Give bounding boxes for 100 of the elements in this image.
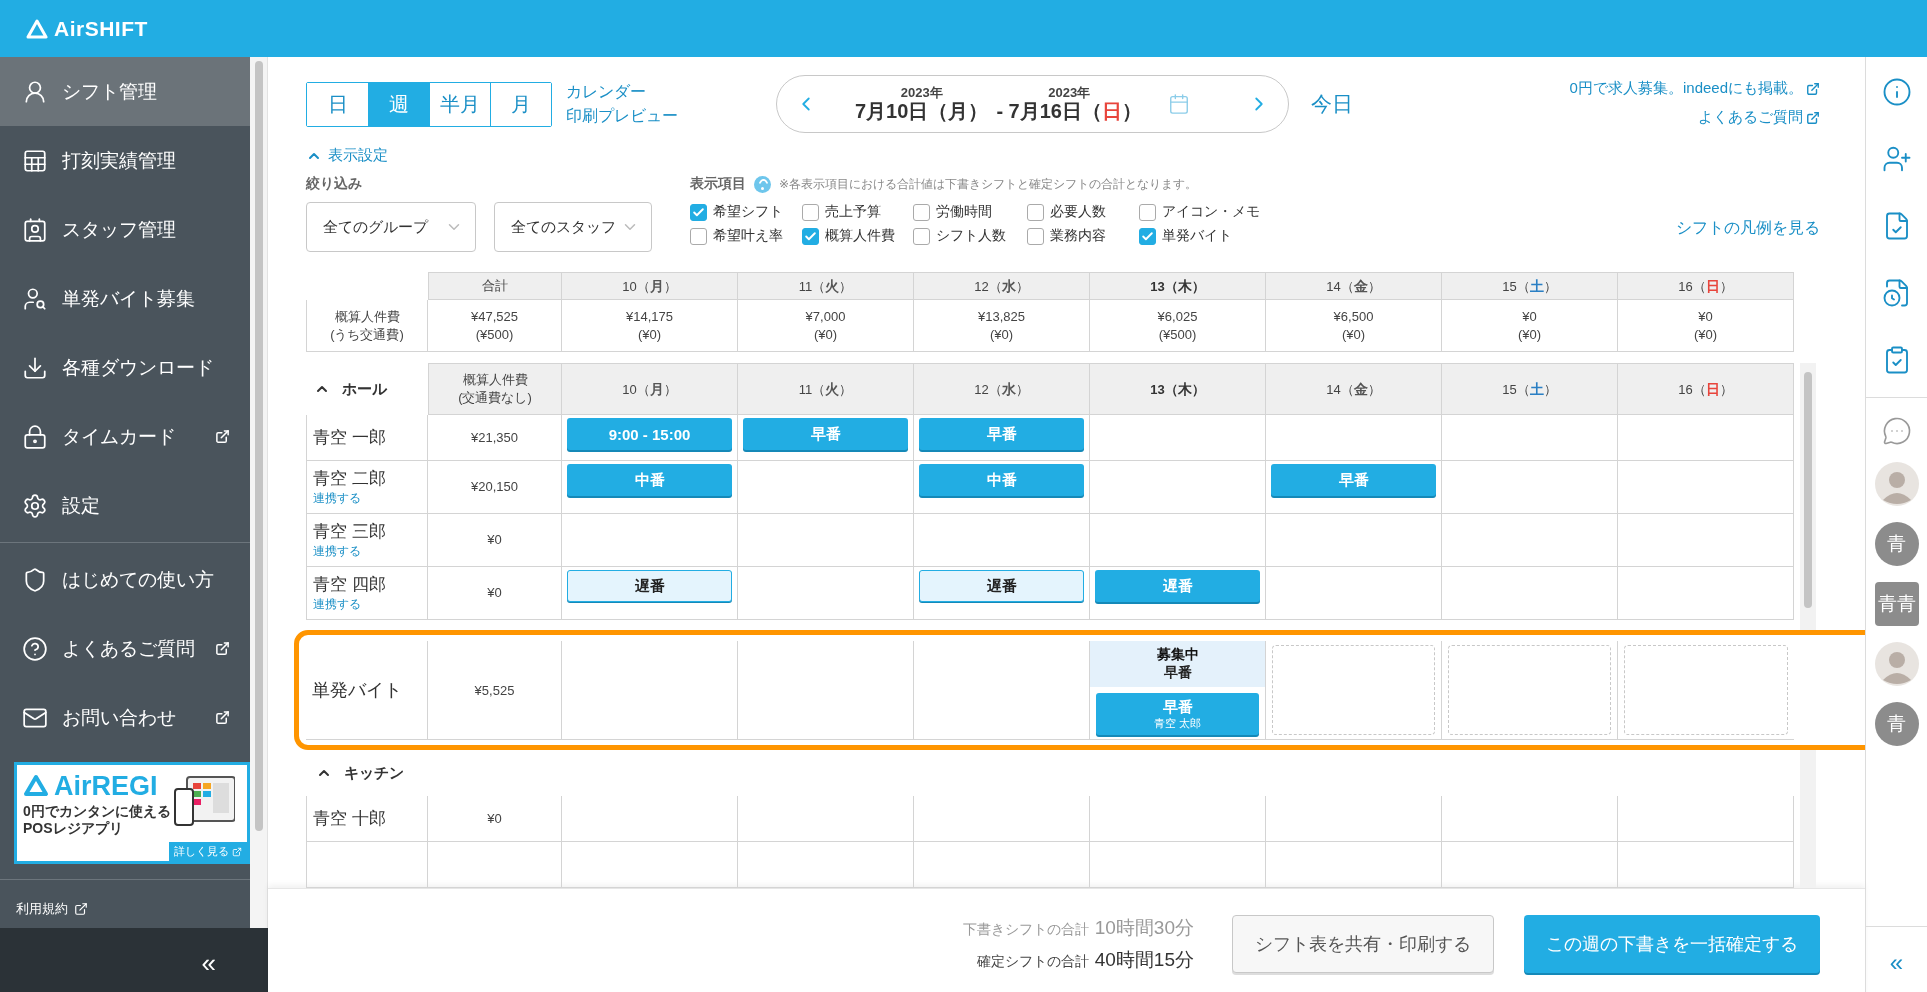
checkbox[interactable]: [1027, 203, 1044, 221]
ad-banner[interactable]: AirREGI 0円でカンタンに使える POSレジアプリ 詳しく見る: [14, 762, 250, 864]
print-preview-link[interactable]: カレンダー 印刷プレビュー: [566, 80, 678, 128]
external-link-icon: [232, 846, 242, 857]
checkbox-option[interactable]: アイコン・メモ: [1139, 203, 1260, 221]
external-link-icon: [1806, 110, 1820, 125]
table-cell: ¥47,525 (¥500): [428, 300, 562, 352]
dropdown[interactable]: 全てのスタッフ: [494, 202, 652, 252]
sidebar-item[interactable]: お問い合わせ: [0, 683, 250, 752]
checkbox-option[interactable]: 概算人件費: [802, 227, 913, 245]
display-settings-toggle[interactable]: 表示設定: [306, 146, 388, 165]
checkbox-option[interactable]: 希望叶え率: [690, 227, 802, 245]
checkbox-option[interactable]: 労働時間: [913, 203, 1027, 221]
shift-block[interactable]: 遅番: [919, 570, 1084, 602]
empty-slot[interactable]: [1272, 645, 1435, 735]
staff-name: 青空 四郎: [313, 574, 387, 596]
checkbox[interactable]: [690, 203, 707, 221]
check-icon: [692, 205, 705, 219]
link-text[interactable]: 連携する: [313, 543, 421, 559]
sidebar-item[interactable]: スタッフ管理: [0, 195, 250, 264]
scrollbar-thumb[interactable]: [1804, 372, 1812, 608]
staff-name: 青空 三郎: [313, 521, 387, 543]
brand-name: AirREGI: [54, 770, 158, 803]
checkbox[interactable]: [690, 227, 707, 245]
column-header: 15（土）: [1442, 363, 1618, 415]
shift-label: 早番: [1163, 664, 1192, 682]
sidebar-item[interactable]: 各種ダウンロード: [0, 333, 250, 402]
table-icon: [22, 147, 48, 174]
add-person-icon[interactable]: [1881, 144, 1912, 174]
help-icon[interactable]: [754, 175, 771, 193]
shift-block[interactable]: 遅番: [567, 570, 732, 602]
empty-slot[interactable]: [1448, 645, 1611, 735]
status-label: 募集中: [1156, 646, 1199, 664]
collapse-button[interactable]: «: [1883, 947, 1910, 978]
column-header: 14（金）: [1266, 363, 1442, 415]
column-header: 11（火）: [738, 363, 914, 415]
sidebar-item[interactable]: 設定: [0, 471, 250, 540]
check-icon: [804, 229, 817, 243]
avatar-icon[interactable]: [1874, 462, 1919, 506]
total-value: 10時間30分: [1094, 915, 1194, 940]
checkbox-option[interactable]: シフト人数: [913, 227, 1027, 245]
dropdown[interactable]: 全てのグループ: [306, 202, 476, 252]
lock-icon: [22, 423, 48, 450]
settings-icon: [22, 492, 48, 519]
checkbox-option[interactable]: 単発バイト: [1139, 227, 1260, 245]
logo-text: AirSHIFT: [54, 16, 148, 41]
empty-slot[interactable]: [1624, 645, 1788, 735]
column-header: 13（木）: [1090, 363, 1266, 415]
table-cell: ¥6,025 (¥500): [1090, 300, 1266, 352]
checkbox[interactable]: [1139, 227, 1156, 245]
view-tab[interactable]: 月: [490, 82, 551, 126]
column-header: 10（月）: [562, 272, 738, 300]
table-cell: ¥13,825 (¥0): [914, 300, 1090, 352]
chat-icon[interactable]: [1881, 416, 1912, 446]
checkbox-option[interactable]: 希望シフト: [690, 203, 802, 221]
check-icon: [1141, 229, 1154, 243]
legend-link[interactable]: シフトの凡例を見る: [1676, 218, 1820, 239]
checkbox[interactable]: [1139, 203, 1156, 221]
sidebar-item[interactable]: 打刻実績管理: [0, 126, 250, 195]
sidebar-item[interactable]: よくあるご質問: [0, 614, 250, 683]
column-header: 12（水）: [914, 363, 1090, 415]
banner-text: 0円でカンタンに使える: [23, 803, 171, 820]
group-toggle[interactable]: ホール: [314, 379, 387, 399]
today-button[interactable]: 今日: [1305, 89, 1359, 119]
display-items-label: 表示項目: [690, 175, 746, 193]
external-link[interactable]: よくあるご質問: [1698, 108, 1820, 127]
cost-cell: ¥21,350: [428, 415, 562, 461]
link-text[interactable]: 連携する: [313, 596, 421, 612]
sidebar-item[interactable]: はじめての使い方: [0, 545, 250, 614]
info-icon[interactable]: [1881, 77, 1912, 107]
help-icon: [22, 635, 48, 662]
checkbox[interactable]: [802, 203, 819, 221]
avatar-icon[interactable]: [1874, 642, 1919, 686]
row-label: 単発バイト: [311, 679, 403, 702]
table-cell: ¥0 (¥0): [1618, 300, 1794, 352]
column-header: 概算人件費 (交通費なし): [428, 363, 562, 415]
external-link[interactable]: 0円で求人募集。indeedにも掲載。: [1569, 79, 1820, 98]
scrollbar-thumb[interactable]: [255, 61, 263, 831]
sidebar-item[interactable]: シフト管理: [0, 57, 250, 126]
column-header: 15（土）: [1442, 272, 1618, 300]
link-text[interactable]: 連携する: [313, 490, 421, 506]
column-header: 13（木）: [1090, 272, 1266, 300]
collapse-button[interactable]: «: [201, 947, 216, 979]
column-header: 14（金）: [1266, 272, 1442, 300]
checkbox-option[interactable]: 業務内容: [1027, 227, 1139, 245]
checkbox[interactable]: [1027, 227, 1044, 245]
row-header: 概算人件費 (うち交通費): [306, 300, 428, 352]
banner-text: POSレジアプリ: [23, 820, 124, 837]
checkbox[interactable]: [913, 227, 930, 245]
sidebar-item[interactable]: 単発バイト募集: [0, 264, 250, 333]
checkbox[interactable]: [913, 203, 930, 221]
table-cell: ¥0 (¥0): [1442, 300, 1618, 352]
checkbox-option[interactable]: 必要人数: [1027, 203, 1139, 221]
group-toggle[interactable]: キッチン: [316, 763, 404, 783]
checkbox-option[interactable]: 売上予算: [802, 203, 913, 221]
share-print-button[interactable]: シフト表を共有・印刷する: [1232, 914, 1494, 973]
external-link-icon: [74, 902, 88, 916]
sidebar-item[interactable]: タイムカード: [0, 402, 250, 471]
checkbox[interactable]: [802, 227, 819, 245]
year-label: 2023年: [1048, 85, 1091, 101]
